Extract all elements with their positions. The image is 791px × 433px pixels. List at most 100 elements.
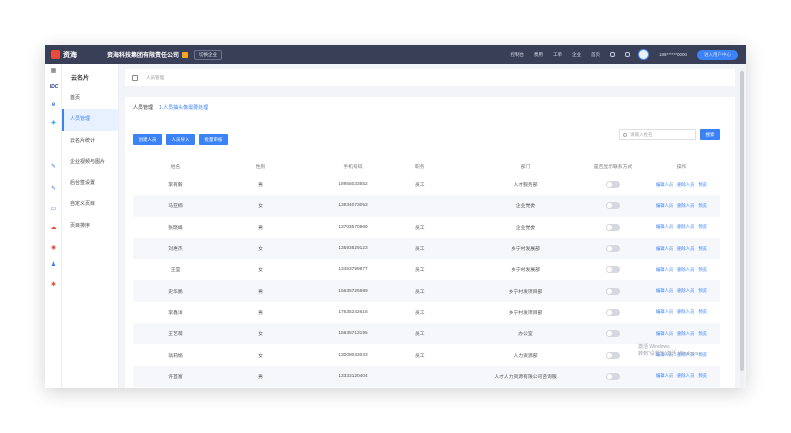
delete-staff-link[interactable]: 删除人员: [677, 331, 694, 337]
subnav-item-signature[interactable]: 后台签设置: [62, 173, 118, 194]
cell-name: 张晓峰: [168, 225, 183, 231]
preview-link[interactable]: 预览: [698, 331, 707, 337]
preview-link[interactable]: 预览: [698, 267, 707, 273]
nav-tickets[interactable]: 工单: [553, 52, 562, 58]
show-contact-toggle[interactable]: [606, 223, 620, 231]
cell-gender: 男: [258, 225, 263, 231]
table-row: 张晓峰 男 13703570969 员工 企业党委 编辑人员 删除人员 预览: [133, 217, 720, 238]
preview-link[interactable]: 预览: [698, 246, 707, 252]
cell-title: 员工: [415, 268, 425, 274]
edit-staff-link[interactable]: 编辑人员: [656, 182, 673, 188]
search-input[interactable]: 请输入姓名: [619, 129, 696, 140]
preview-link[interactable]: 预览: [698, 203, 707, 209]
delete-staff-link[interactable]: 删除人员: [677, 373, 694, 379]
monitor-icon[interactable]: ▭: [50, 206, 57, 213]
show-contact-toggle[interactable]: [606, 266, 620, 274]
show-contact-toggle[interactable]: [606, 351, 620, 359]
header-phone: 手机号码: [343, 164, 363, 170]
cell-gender: 男: [258, 289, 263, 295]
preview-link[interactable]: 预览: [698, 224, 707, 230]
e-icon[interactable]: e: [50, 102, 57, 109]
batch-approve-button[interactable]: 批量审核: [199, 134, 228, 145]
edit-staff-link[interactable]: 编辑人员: [656, 373, 673, 379]
table-row: 王艺萌 女 15635713195 员工 办公室 编辑人员 删除人员 预览: [133, 323, 720, 345]
delete-staff-link[interactable]: 删除人员: [677, 246, 694, 252]
cell-dept: 办公室: [518, 332, 533, 338]
delete-staff-link[interactable]: 删除人员: [677, 203, 694, 209]
cell-actions: 编辑人员 删除人员 预览: [643, 309, 720, 315]
delete-staff-link[interactable]: 删除人员: [677, 309, 694, 315]
avatar[interactable]: [637, 49, 649, 60]
scrollbar-thumb[interactable]: [740, 71, 744, 371]
tab-avatar-notice[interactable]: 1.人员抽头像需要处理: [159, 104, 208, 111]
delete-staff-link[interactable]: 删除人员: [677, 267, 694, 273]
subnav-item-home[interactable]: 首页: [62, 88, 118, 109]
star-icon[interactable]: ✱: [50, 282, 57, 289]
show-contact-toggle[interactable]: [606, 202, 620, 210]
app-window: 资海 资海科技集团有限责任公司 切换企业 控制台 费用 工单 企业 首页 188…: [45, 45, 746, 388]
logo-icon: [51, 50, 60, 59]
delete-staff-link[interactable]: 删除人员: [677, 182, 694, 188]
nav-company[interactable]: 企业: [572, 52, 581, 58]
staff-table: 姓名 性别 手机号码 职务 部门 是否显示联系方式 操作 李有毅男 1895503…: [133, 158, 720, 387]
subnav-item-staff[interactable]: 人员管理: [62, 109, 118, 131]
edit-staff-link[interactable]: 编辑人员: [656, 331, 673, 337]
cell-show-contact: [583, 245, 643, 253]
subnav-item-media[interactable]: 企业视频与图片: [62, 152, 118, 173]
cell-name: 翁莉娟: [168, 353, 183, 359]
search-button[interactable]: 搜索: [700, 129, 720, 140]
preview-link[interactable]: 预览: [698, 182, 707, 188]
header-actions: 操作: [676, 164, 687, 170]
collapse-icon[interactable]: [132, 74, 138, 81]
nav-console[interactable]: 控制台: [510, 52, 524, 58]
preview-link[interactable]: 预览: [698, 309, 707, 315]
delete-staff-link[interactable]: 删除人员: [677, 224, 694, 230]
delete-staff-link[interactable]: 删除人员: [677, 288, 694, 294]
idc-icon[interactable]: IDC: [49, 84, 59, 91]
header-gender: 性别: [255, 164, 266, 170]
user-phone: 188******0000: [658, 52, 687, 57]
pen-icon[interactable]: ✎: [50, 186, 57, 193]
preview-link[interactable]: 预览: [698, 288, 707, 294]
subnav-item-page-order[interactable]: 页目排序: [62, 216, 118, 237]
top-bar: 资海 资海科技集团有限责任公司 切换企业 控制台 费用 工单 企业 首页 188…: [45, 45, 746, 64]
switch-company-button[interactable]: 切换企业: [194, 49, 223, 60]
logo-text: 资海: [63, 51, 77, 59]
folder-icon[interactable]: [624, 52, 630, 57]
edit-staff-link[interactable]: 编辑人员: [656, 203, 673, 209]
logo[interactable]: 资海: [51, 50, 97, 60]
nav-home[interactable]: 首页: [591, 52, 600, 58]
nav-fees[interactable]: 费用: [534, 52, 543, 58]
diamond-icon[interactable]: ◈: [50, 120, 57, 127]
bell-icon[interactable]: [609, 52, 615, 57]
tab-staff[interactable]: 人员管理: [133, 104, 153, 111]
subnav-item-custom-pages[interactable]: 自定义页目: [62, 194, 118, 215]
preview-link[interactable]: 预览: [698, 373, 707, 379]
edit-staff-link[interactable]: 编辑人员: [656, 288, 673, 294]
show-contact-toggle[interactable]: [606, 372, 620, 380]
edit-staff-link[interactable]: 编辑人员: [656, 246, 673, 252]
user-center-button[interactable]: 进入用户中心: [697, 49, 738, 60]
create-staff-button[interactable]: 创建人员: [133, 134, 162, 145]
cell-show-contact: [583, 330, 643, 338]
edit-staff-link[interactable]: 编辑人员: [656, 267, 673, 273]
scrollbar[interactable]: [740, 69, 744, 387]
grid-icon[interactable]: ▦: [50, 68, 57, 75]
show-contact-toggle[interactable]: [606, 330, 620, 338]
show-contact-toggle[interactable]: [606, 245, 620, 253]
show-contact-toggle[interactable]: [606, 308, 620, 316]
watermark-line2: 转到"设置"以激活 Windows。: [638, 351, 704, 357]
edit-staff-link[interactable]: 编辑人员: [656, 224, 673, 230]
person-icon[interactable]: ♟: [50, 262, 57, 269]
target-icon[interactable]: ◉: [50, 245, 57, 252]
import-staff-button[interactable]: 人员导入: [166, 134, 195, 145]
cell-name: 李鑫洋: [168, 310, 183, 316]
show-contact-toggle[interactable]: [606, 287, 620, 295]
pen-icon[interactable]: ✎: [50, 164, 57, 171]
show-contact-toggle[interactable]: [606, 181, 620, 189]
edit-staff-link[interactable]: 编辑人员: [656, 309, 673, 315]
cell-dept: 乡宁村发展部: [511, 247, 540, 253]
cloud-icon[interactable]: ☁: [50, 225, 57, 232]
cell-show-contact: [583, 202, 643, 210]
subnav-item-stats[interactable]: 云名片统计: [62, 131, 118, 152]
